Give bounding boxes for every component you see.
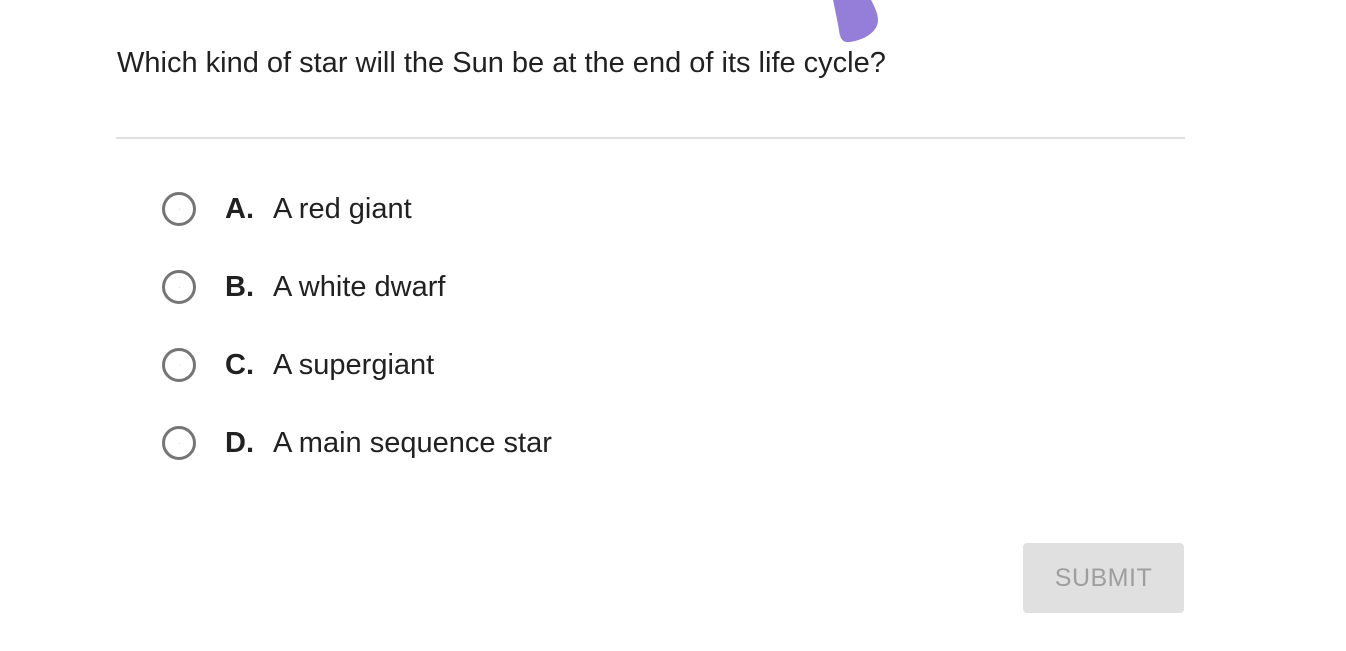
option-letter-a: A. xyxy=(225,192,254,225)
divider xyxy=(116,137,1185,139)
option-letter-d: D. xyxy=(225,426,254,459)
option-text-a: A red giant xyxy=(273,192,412,225)
option-d[interactable]: D. A main sequence star xyxy=(162,404,862,482)
option-text-b: A white dwarf xyxy=(273,270,446,303)
option-a[interactable]: A. A red giant xyxy=(162,170,862,248)
option-letter-b: B. xyxy=(225,270,254,303)
question-text: Which kind of star will the Sun be at th… xyxy=(117,47,886,79)
radio-button-c[interactable] xyxy=(162,348,196,382)
answer-options: A. A red giant B. A white dwarf C. A sup… xyxy=(162,170,862,482)
radio-button-d[interactable] xyxy=(162,426,196,460)
option-text-c: A supergiant xyxy=(273,348,435,381)
radio-button-a[interactable] xyxy=(162,192,196,226)
purple-brush-mark xyxy=(833,0,878,43)
radio-button-b[interactable] xyxy=(162,270,196,304)
option-letter-c: C. xyxy=(225,348,254,381)
submit-button[interactable]: SUBMIT xyxy=(1023,543,1184,613)
option-text-d: A main sequence star xyxy=(273,426,552,459)
option-c[interactable]: C. A supergiant xyxy=(162,326,862,404)
option-b[interactable]: B. A white dwarf xyxy=(162,248,862,326)
quiz-page: Which kind of star will the Sun be at th… xyxy=(0,0,1346,651)
